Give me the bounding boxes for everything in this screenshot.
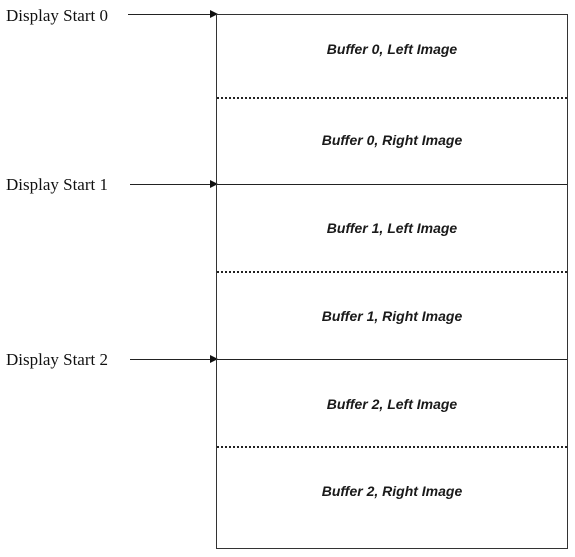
buffer-2-divider — [217, 446, 567, 448]
buffer-0-left-image: Buffer 0, Left Image — [326, 41, 458, 57]
buffer-0-divider — [217, 97, 567, 99]
buffer-1-left-image: Buffer 1, Left Image — [326, 220, 458, 236]
display-start-1-arrow — [130, 179, 218, 188]
display-start-2-arrow — [130, 354, 218, 363]
buffer-1-right-image: Buffer 1, Right Image — [321, 308, 463, 324]
buffer-2-right-image: Buffer 2, Right Image — [321, 483, 463, 499]
buffer-0-right-image: Buffer 0, Right Image — [321, 132, 463, 148]
display-start-2-label: Display Start 2 — [6, 350, 108, 369]
buffer-2-boundary — [217, 359, 567, 360]
frame-buffer-memory: Buffer 0, Left Image Buffer 0, Right Ima… — [216, 14, 568, 549]
buffer-1-boundary — [217, 184, 567, 185]
buffer-2-left-image: Buffer 2, Left Image — [326, 396, 458, 412]
display-start-0-label: Display Start 0 — [6, 6, 108, 25]
display-start-1-label: Display Start 1 — [6, 175, 108, 194]
buffer-1-divider — [217, 271, 567, 273]
display-start-0-arrow — [128, 9, 218, 18]
